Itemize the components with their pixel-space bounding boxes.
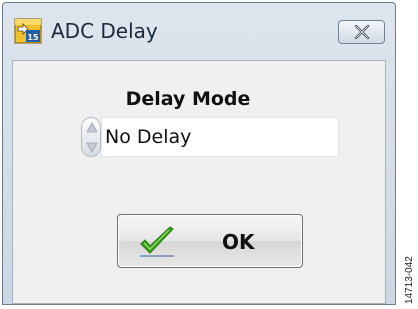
checkmark-icon (140, 226, 174, 257)
close-button[interactable] (338, 20, 385, 44)
title-bar[interactable]: 15 ADC Delay (3, 3, 395, 59)
spin-down-arrow-icon[interactable] (85, 138, 99, 156)
dialog-body: Delay Mode No Delay OK (12, 60, 386, 304)
svg-text:15: 15 (27, 33, 39, 42)
spin-up-arrow-icon[interactable] (85, 119, 99, 137)
labview-vi-icon: 15 (14, 18, 42, 44)
window-title: ADC Delay (51, 19, 158, 43)
dialog-window: 15 ADC Delay Delay Mode No Delay OK (2, 2, 396, 305)
close-icon (354, 25, 370, 39)
ok-button-label: OK (222, 230, 255, 254)
figure-id: 14713-042 (404, 256, 415, 304)
delay-mode-spinner[interactable] (81, 117, 101, 157)
delay-mode-value: No Delay (105, 126, 192, 148)
delay-mode-label: Delay Mode (125, 88, 251, 110)
delay-mode-ring-control[interactable]: No Delay (81, 117, 339, 157)
delay-mode-value-box[interactable]: No Delay (101, 117, 339, 157)
ok-button[interactable]: OK (117, 214, 303, 268)
